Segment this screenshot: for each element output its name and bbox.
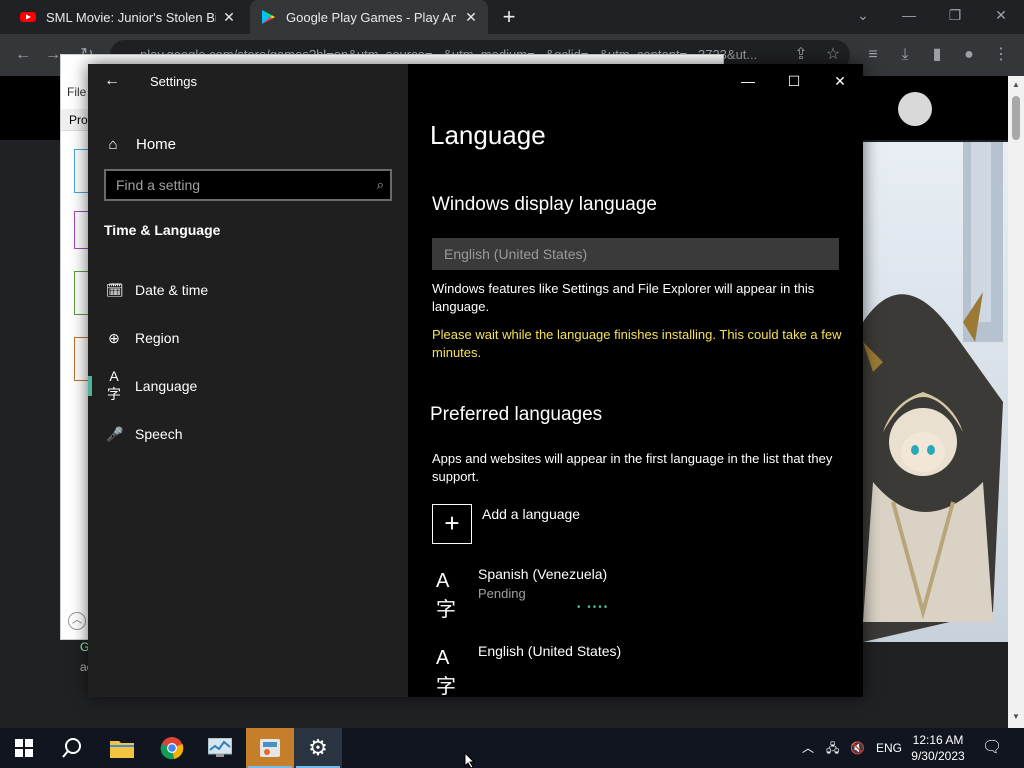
add-language-button[interactable]: + <box>432 504 472 544</box>
section-title: Time & Language <box>104 222 221 238</box>
preferred-languages-description: Apps and websites will appear in the fir… <box>432 451 833 484</box>
app-title: Settings <box>150 74 197 89</box>
youtube-icon <box>20 12 36 22</box>
search-icon <box>62 738 81 758</box>
nav-item-language[interactable]: A字 Language <box>88 365 408 407</box>
home-label: Home <box>136 135 177 153</box>
windows-logo-icon <box>15 739 33 757</box>
volume-muted-icon[interactable]: 🔇 <box>850 728 865 768</box>
language-name: Spanish (Venezuela) <box>478 566 608 582</box>
display-language-dropdown[interactable]: English (United States) <box>432 238 839 270</box>
close-tab-icon[interactable]: ✕ <box>220 8 238 26</box>
language-icon: A字 <box>436 570 456 621</box>
task-manager-button[interactable] <box>196 728 244 768</box>
menu-dots-icon[interactable]: ⋮ <box>988 42 1014 68</box>
nav-item-label: Date & time <box>135 282 209 298</box>
tab-title: SML Movie: Junior's Stolen Birthday <box>46 9 216 25</box>
gear-icon: ⚙ <box>308 735 328 760</box>
account-avatar[interactable] <box>898 92 932 126</box>
language-icon: A字 <box>436 647 456 698</box>
nav-item-region[interactable]: ⊕ Region <box>88 317 408 359</box>
maximize-button[interactable]: ☐ <box>779 70 809 92</box>
app-button[interactable] <box>246 728 294 768</box>
tab-search-icon[interactable]: ⌄ <box>840 0 886 30</box>
home-link[interactable]: ⌂ Home <box>104 128 394 160</box>
add-language-label[interactable]: Add a language <box>482 506 580 522</box>
close-window-button[interactable]: ✕ <box>978 0 1024 30</box>
microphone-icon: 🎤 <box>106 425 124 442</box>
settings-nav-pane: ← Settings ⌂ Home Find a setting ⌕ Time … <box>88 64 408 697</box>
download-icon[interactable]: ⤓ <box>892 42 918 68</box>
minimize-button[interactable]: — <box>733 70 763 92</box>
minimize-button[interactable]: — <box>886 0 932 30</box>
app-icon <box>260 739 280 757</box>
tab-youtube[interactable]: SML Movie: Junior's Stolen Birthday ✕ <box>8 0 246 34</box>
globe-icon: ⊕ <box>108 329 120 346</box>
home-icon: ⌂ <box>108 135 118 153</box>
input-language-indicator[interactable]: ENG <box>876 728 902 768</box>
language-item[interactable]: A字 English (United States) <box>432 643 842 698</box>
tab-google-play-games[interactable]: Google Play Games - Play Android Games o… <box>250 0 488 34</box>
scroll-up-icon[interactable]: ▲ <box>1012 80 1020 89</box>
task-manager-icon <box>208 738 232 757</box>
language-item[interactable]: A字 Spanish (Venezuela) Pending • •••• <box>432 566 842 621</box>
folder-icon <box>110 741 134 758</box>
clock[interactable]: 12:16 AM 9/30/2023 <box>904 732 972 764</box>
clock-time: 12:16 AM <box>912 733 964 747</box>
side-panel-icon[interactable]: ▮ <box>924 42 950 68</box>
game-artwork <box>863 142 1008 642</box>
start-button[interactable] <box>0 728 48 768</box>
nav-item-label: Language <box>135 378 198 394</box>
calendar-clock-icon: 🗓 <box>106 281 124 298</box>
display-language-description: Windows features like Settings and File … <box>432 281 815 314</box>
browser-tab-strip: SML Movie: Junior's Stolen Birthday ✕ Go… <box>0 0 1024 34</box>
search-button[interactable] <box>48 728 96 768</box>
mouse-cursor-icon <box>464 752 476 768</box>
network-icon[interactable]: 🖧 <box>826 728 839 768</box>
language-status: Pending <box>478 586 526 601</box>
file-explorer-button[interactable] <box>98 728 146 768</box>
taskbar: ⚙ ︿ 🖧 🔇 ENG 12:16 AM 9/30/2023 🗨 <box>0 728 1024 768</box>
nav-item-date-time[interactable]: 🗓 Date & time <box>88 269 408 311</box>
language-icon: A字 <box>107 368 121 402</box>
page-title: Language <box>430 120 546 150</box>
restore-button[interactable]: ❐ <box>932 0 978 30</box>
page-scrollbar[interactable] <box>1008 76 1024 728</box>
back-arrow-icon[interactable]: ← <box>10 42 36 68</box>
installing-warning: Please wait while the language finishes … <box>432 327 842 360</box>
search-icon: ⌕ <box>376 177 384 192</box>
search-setting-input[interactable]: Find a setting ⌕ <box>104 169 392 201</box>
close-button[interactable]: ✕ <box>825 70 855 92</box>
preferred-languages-heading: Preferred languages <box>430 404 603 425</box>
google-play-icon <box>262 10 275 24</box>
nav-item-speech[interactable]: 🎤 Speech <box>88 413 408 455</box>
chrome-button[interactable] <box>148 728 196 768</box>
language-name: English (United States) <box>478 643 622 659</box>
nav-item-label: Speech <box>135 426 183 442</box>
settings-window: ← Settings ⌂ Home Find a setting ⌕ Time … <box>88 64 863 698</box>
search-placeholder: Find a setting <box>116 177 201 193</box>
file-menu[interactable]: File <box>67 85 86 99</box>
notifications-icon[interactable]: 🗨 <box>982 728 1002 768</box>
scroll-down-icon[interactable]: ▼ <box>1012 712 1020 721</box>
game-character-image <box>863 142 1008 642</box>
chrome-icon <box>160 737 184 760</box>
close-tab-icon[interactable]: ✕ <box>462 8 480 26</box>
tab-title: Google Play Games - Play Android Games o… <box>286 9 456 25</box>
settings-button[interactable]: ⚙ <box>294 728 342 768</box>
back-arrow-icon[interactable]: ← <box>104 72 122 90</box>
nav-item-label: Region <box>135 330 180 346</box>
progress-dots: • •••• <box>577 602 610 613</box>
display-language-heading: Windows display language <box>432 194 657 215</box>
scrollbar-thumb[interactable] <box>1012 96 1020 140</box>
show-hidden-icons[interactable]: ︿ <box>802 728 814 768</box>
new-tab-button[interactable]: + <box>498 6 520 28</box>
profile-icon[interactable]: ● <box>956 42 982 68</box>
reading-list-icon[interactable]: ≡ <box>860 42 886 68</box>
clock-date: 9/30/2023 <box>911 749 965 763</box>
collapse-icon[interactable]: ︿ <box>68 612 86 630</box>
settings-content: — ☐ ✕ Language Windows display language … <box>408 64 863 698</box>
